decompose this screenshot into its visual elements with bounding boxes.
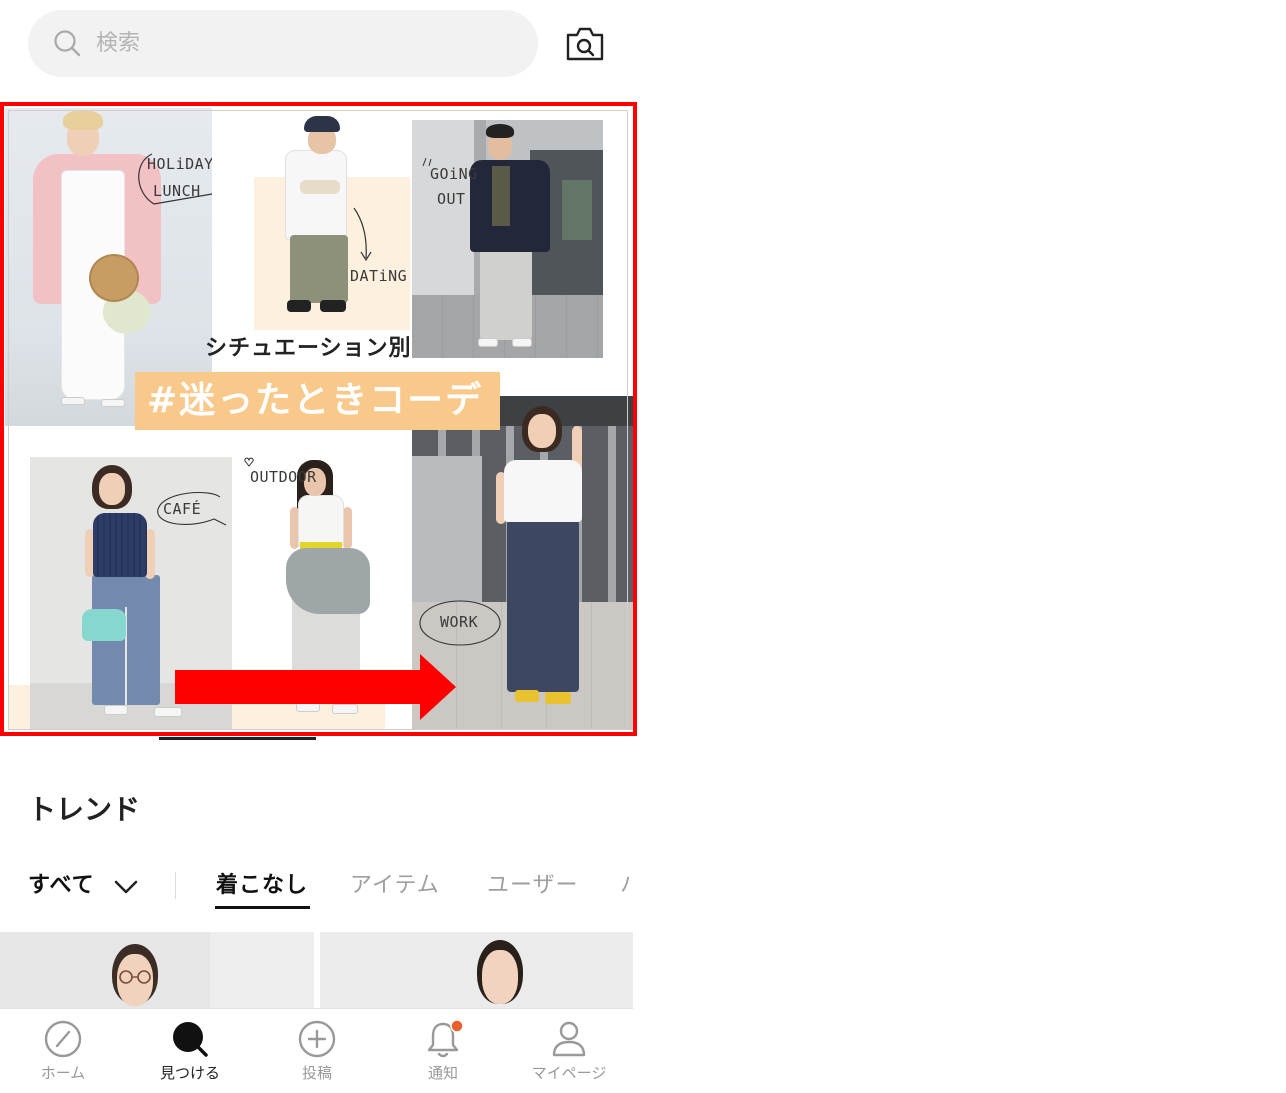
tab-users[interactable]: ユーザー: [487, 872, 579, 900]
trend-outfit-card[interactable]: [320, 932, 633, 1008]
chevron-down-icon[interactable]: [113, 878, 139, 896]
carousel-indicator: [159, 737, 316, 740]
nav-label: 通知: [427, 1064, 458, 1082]
search-icon: [173, 1022, 208, 1057]
camera-search-button[interactable]: [564, 24, 606, 64]
nav-label: 投稿: [301, 1064, 332, 1082]
nav-label: 見つける: [159, 1064, 220, 1082]
tab-divider: [175, 872, 176, 899]
trend-tab-bar: すべて 着こなし アイテム ユーザー ハ: [0, 866, 633, 914]
nav-label: マイページ: [531, 1064, 607, 1082]
search-input[interactable]: [96, 10, 516, 77]
compass-icon: [44, 1020, 82, 1058]
model-face: [482, 950, 518, 1004]
swipe-arrow-icon: [175, 654, 456, 720]
banner-subtitle: シチュエーション別: [205, 336, 412, 361]
nav-label: ホーム: [40, 1064, 86, 1082]
trend-outfit-card[interactable]: [0, 932, 314, 1008]
bottom-nav: ホーム 見つける 投稿 通知 マイページ: [0, 1008, 633, 1093]
search-icon: [54, 30, 81, 57]
user-icon: [552, 1021, 586, 1057]
banner-title-box: #迷ったときコーデ: [135, 372, 500, 430]
nav-post[interactable]: 投稿: [257, 1009, 377, 1093]
glasses-icon: [119, 970, 151, 984]
nav-notifications[interactable]: 通知: [383, 1009, 503, 1093]
banner-title: #迷ったときコーデ: [147, 380, 484, 421]
active-tab-underline: [215, 906, 310, 909]
camera-search-icon: [566, 27, 604, 61]
feature-banner[interactable]: HOLiDAY LUNCH DATiNG GOiNG OUT CAFÉ OUTD…: [0, 102, 637, 736]
nav-home[interactable]: ホーム: [3, 1009, 123, 1093]
tab-more[interactable]: ハ: [620, 872, 633, 900]
tab-items[interactable]: アイテム: [350, 872, 440, 900]
tab-outfits[interactable]: 着こなし: [216, 872, 308, 900]
nav-discover[interactable]: 見つける: [130, 1009, 250, 1093]
search-bar[interactable]: [28, 10, 538, 77]
notification-badge: [450, 1019, 464, 1033]
nav-mypage[interactable]: マイページ: [509, 1009, 629, 1093]
plus-circle-icon: [298, 1020, 336, 1058]
swipe-arrow-shape: [175, 654, 456, 720]
trend-heading: トレンド: [28, 793, 141, 826]
bell-icon: [427, 1019, 464, 1058]
filter-dropdown-label[interactable]: すべて: [28, 872, 95, 900]
